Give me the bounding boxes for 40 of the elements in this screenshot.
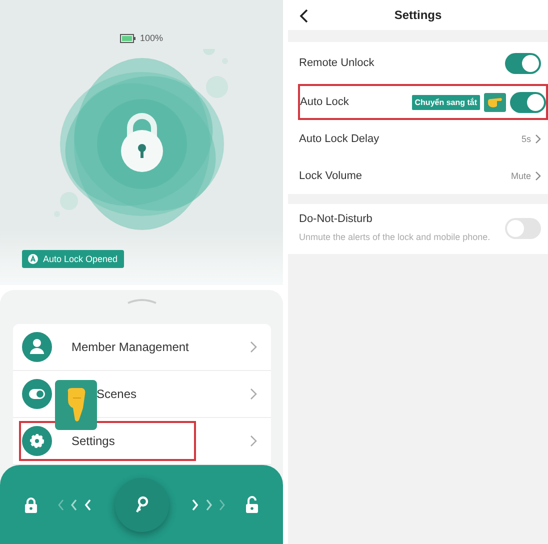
setting-label: Do-Not-Disturb: [299, 213, 374, 225]
pointing-hand-icon: [484, 92, 506, 112]
chevron-right-icon: [250, 388, 256, 400]
settings-row[interactable]: Remote Unlock: [288, 42, 548, 84]
auto-mode-icon: [28, 254, 38, 264]
gear-icon: [22, 426, 52, 456]
key-icon: [134, 496, 148, 514]
setting-label: Lock Volume: [299, 170, 363, 182]
setting-label: Auto Lock Delay: [299, 132, 380, 144]
setting-value: 5s: [521, 134, 531, 144]
setting-label: Auto Lock: [300, 96, 350, 108]
menu-item-label: Settings: [72, 434, 116, 448]
drag-handle-icon[interactable]: [126, 298, 156, 304]
battery-level-text: 100%: [140, 33, 164, 43]
chevron-right-icon: [250, 435, 256, 447]
toggle-icon: [22, 379, 52, 409]
setting-value: Mute: [510, 170, 531, 180]
chevron-right-icon: [535, 134, 541, 144]
padlock-icon: [120, 113, 162, 172]
padlock-icon[interactable]: [24, 496, 38, 512]
key-slider-handle[interactable]: [114, 478, 168, 532]
battery-icon: [120, 34, 136, 42]
toggle-switch[interactable]: [510, 92, 546, 112]
settings-row[interactable]: Lock Volume Mute: [288, 157, 548, 194]
chevron-right-icon: [250, 341, 256, 353]
hint-badge: Chuyển sang tắt: [412, 94, 480, 110]
auto-lock-status-badge: Auto Lock Opened: [22, 250, 124, 268]
menu-item-label: Member Management: [72, 340, 190, 354]
setting-label: Remote Unlock: [299, 57, 376, 69]
toggle-switch[interactable]: [505, 52, 541, 74]
person-icon: [22, 332, 52, 362]
toggle-switch[interactable]: [505, 218, 541, 239]
menu-item[interactable]: Member Management: [12, 324, 270, 371]
settings-row[interactable]: Auto Lock Delay 5s: [288, 120, 548, 157]
page-title: Settings: [394, 8, 442, 22]
chevron-right-icon: [535, 170, 541, 180]
menu-item-label: Scenes: [96, 387, 138, 401]
setting-description: Unmute the alerts of the lock and mobile phone.: [299, 231, 492, 244]
back-icon[interactable]: [299, 9, 308, 23]
open-padlock-icon[interactable]: [245, 496, 259, 513]
